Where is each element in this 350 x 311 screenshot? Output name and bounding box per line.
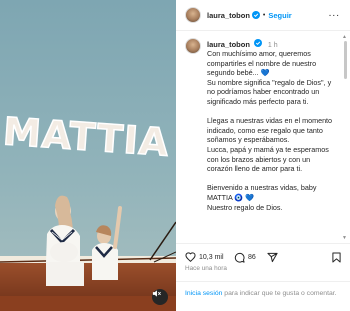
- post-header: laura_tobon • Seguir ...: [176, 0, 350, 31]
- login-prompt-text: Inicia sesión para indicar que te gusta …: [185, 289, 343, 298]
- mute-button[interactable]: [152, 289, 168, 305]
- login-prompt-rest: para indicar que te gusta o comentar.: [222, 290, 337, 297]
- caption-area: laura_tobon 1 h Con muchísimo amor, quer…: [176, 31, 350, 241]
- caption-line: Lucca, papá y mamá ya te esperamos: [207, 144, 329, 154]
- likes-count[interactable]: 10,3 mil: [199, 254, 224, 261]
- post-media[interactable]: MATTIA: [0, 0, 176, 311]
- login-prompt: Inicia sesión para indicar que te gusta …: [176, 281, 350, 311]
- avatar[interactable]: [185, 38, 201, 54]
- post-image: MATTIA: [0, 0, 176, 311]
- share-button[interactable]: [267, 252, 278, 263]
- scroll-up-arrow-icon[interactable]: ▲: [342, 34, 347, 40]
- caption-line: Con muchísimo amor, queremos: [207, 49, 311, 58]
- follow-button[interactable]: Seguir: [268, 11, 291, 20]
- caption-line: no podríamos haber encontrado un: [207, 87, 320, 97]
- caption-line: significado más perfecto para ti.: [207, 96, 309, 106]
- comment-button[interactable]: 86: [234, 252, 256, 263]
- like-button[interactable]: 10,3 mil: [185, 252, 224, 262]
- caption-scrollbar[interactable]: [344, 41, 347, 79]
- save-button[interactable]: [332, 252, 341, 263]
- volume-off-icon: [152, 290, 161, 297]
- verified-badge-icon: [251, 11, 260, 19]
- avatar[interactable]: [185, 7, 201, 23]
- separator-dot: •: [262, 11, 266, 19]
- login-link[interactable]: Inicia sesión: [185, 290, 222, 297]
- caption-line: indicado, como ese regalo que tanto: [207, 125, 323, 135]
- caption-line: Nuestro regalo de Dios.: [207, 202, 283, 212]
- caption-username[interactable]: laura_tobon: [207, 40, 250, 49]
- post-time[interactable]: 1 h: [268, 42, 278, 49]
- caption-line: soñamos y esperábamos.: [207, 135, 290, 145]
- caption-line: Llegas a nuestras vidas en el momento: [207, 116, 333, 126]
- username-link[interactable]: laura_tobon: [207, 11, 250, 20]
- post-details-panel: laura_tobon • Seguir ... laura_tobon 1 h…: [176, 0, 350, 311]
- caption-text: Con muchísimo amor, queremos compartirle…: [207, 49, 350, 212]
- caption-line: segundo bebé... 💙: [207, 68, 270, 78]
- comment-icon: [234, 252, 245, 263]
- comments-count[interactable]: 86: [248, 254, 256, 261]
- caption-line: Bienvenido a nuestras vidas, baby: [207, 183, 317, 193]
- caption-line: compartirles el nombre de nuestro: [207, 58, 317, 68]
- caption-line: corazón lleno de amor para ti.: [207, 164, 303, 174]
- scroll-down-arrow-icon[interactable]: ▼: [342, 235, 347, 241]
- caption-line: con los brazos abiertos y con un: [207, 154, 311, 164]
- verified-badge-icon: [253, 39, 262, 47]
- caption-line: Su nombre significa "regalo de Dios", y: [207, 77, 332, 87]
- post-time-ago[interactable]: Hace una hora: [185, 265, 227, 272]
- heart-icon: [185, 252, 196, 262]
- caption-line: MATTIA 🧿 💙: [207, 192, 255, 202]
- more-options-icon[interactable]: ...: [329, 9, 340, 19]
- share-icon: [267, 252, 278, 263]
- save-icon: [332, 252, 341, 263]
